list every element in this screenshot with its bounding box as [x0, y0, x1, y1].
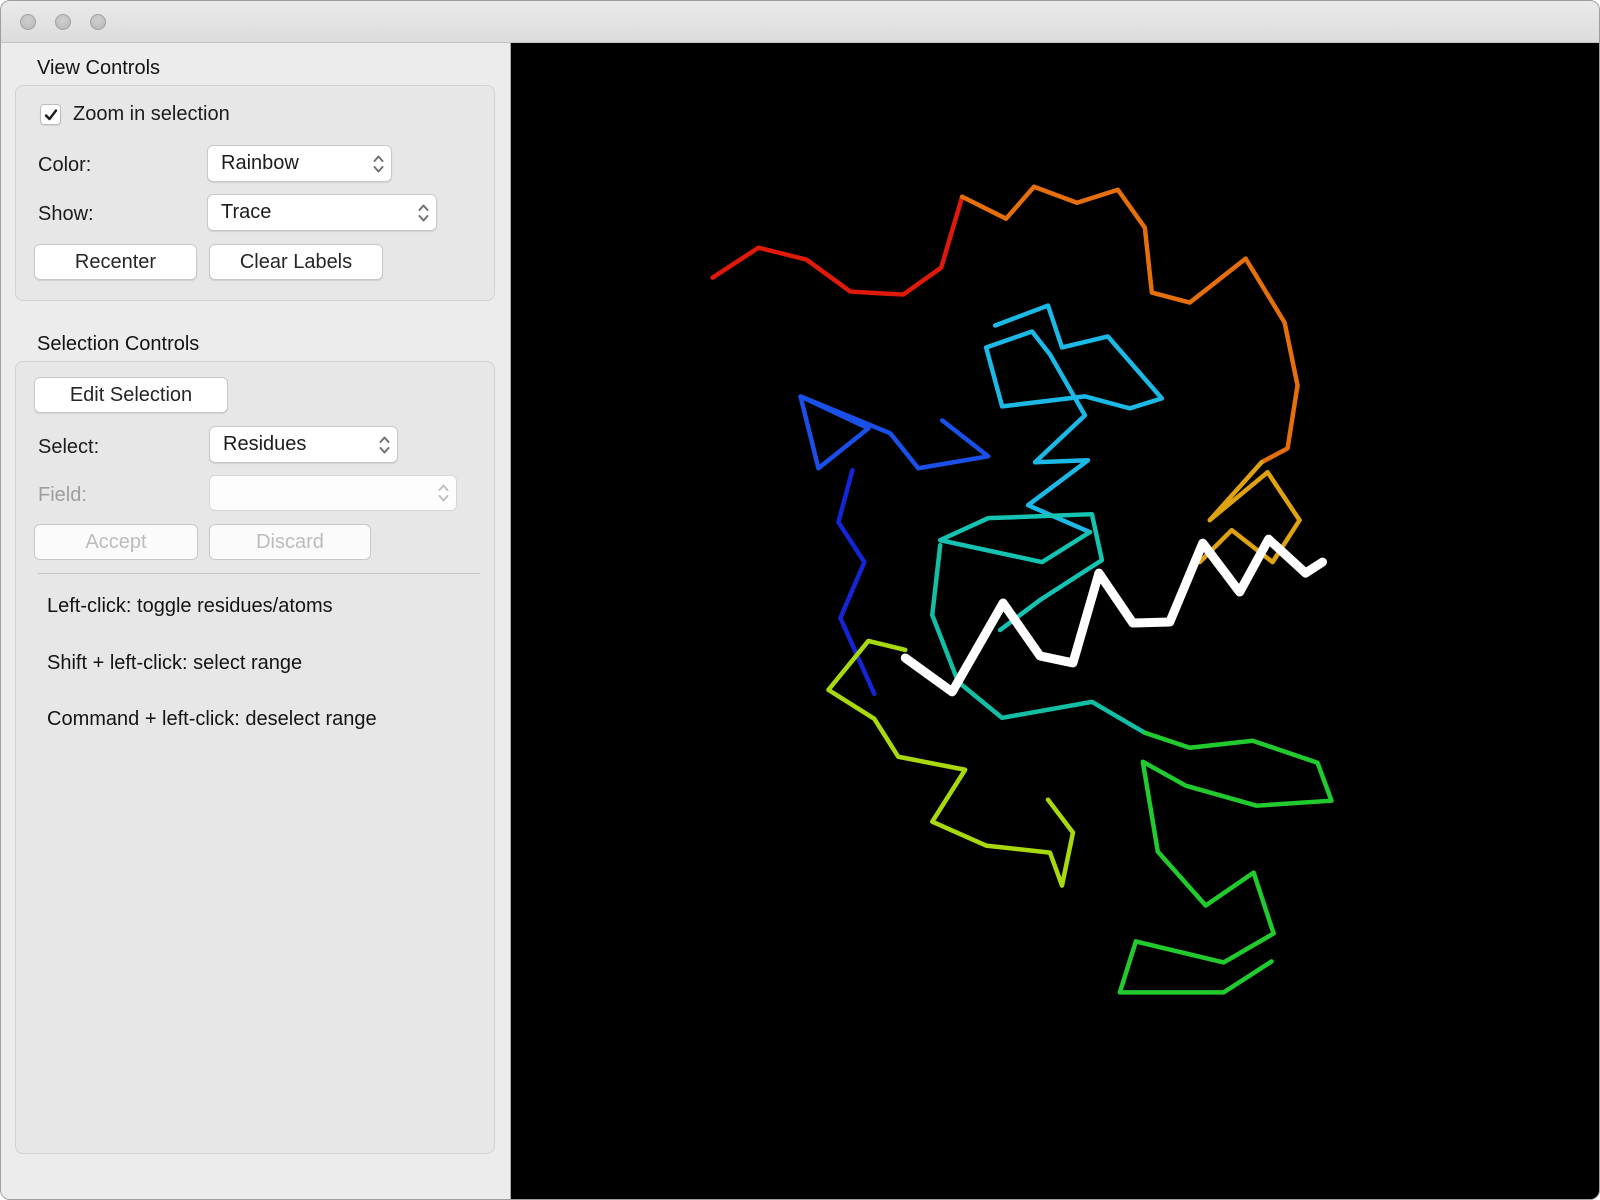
select-label: Select: — [38, 436, 100, 458]
molecule-trace-svg — [511, 43, 1599, 1199]
accept-button: Accept — [34, 524, 198, 560]
select-mode-select[interactable]: Residues — [209, 426, 398, 463]
minimize-button[interactable] — [55, 14, 71, 30]
close-button[interactable] — [20, 14, 36, 30]
trace-segment-green — [1117, 730, 1334, 995]
edit-selection-button[interactable]: Edit Selection — [34, 377, 228, 413]
recenter-button[interactable]: Recenter — [34, 244, 197, 280]
trace-segment-orange — [959, 184, 1300, 465]
titlebar[interactable] — [1, 1, 1599, 43]
trace-segment-dark-blue — [836, 468, 877, 697]
show-select-value: Trace — [221, 201, 272, 223]
trace-segment-selection-white — [900, 534, 1327, 697]
divider — [38, 573, 480, 574]
color-select-value: Rainbow — [221, 152, 299, 174]
zoom-in-selection-checkbox[interactable]: Zoom in selection — [40, 103, 230, 126]
check-icon — [44, 108, 57, 120]
checkbox-box[interactable] — [40, 104, 61, 125]
chevron-up-down-icon — [418, 204, 429, 221]
chevron-up-down-icon — [379, 436, 390, 453]
select-mode-value: Residues — [223, 433, 307, 455]
color-label: Color: — [38, 154, 92, 176]
show-label: Show: — [38, 203, 94, 225]
trace-segment-cyan — [983, 303, 1165, 535]
view-controls-group: Zoom in selection Color: Rainbow Show: T… — [15, 85, 495, 301]
trace-segment-gold — [1197, 460, 1302, 565]
field-select — [209, 475, 457, 511]
clear-labels-button[interactable]: Clear Labels — [209, 244, 383, 280]
view-controls-heading: View Controls — [37, 57, 161, 79]
help-line-toggle: Left-click: toggle residues/atoms — [47, 595, 333, 617]
help-line-shift: Shift + left-click: select range — [47, 652, 303, 674]
trace-segment-blue — [798, 394, 991, 471]
molecule-viewport[interactable] — [511, 43, 1599, 1199]
chevron-up-down-icon — [438, 484, 449, 502]
selection-controls-heading: Selection Controls — [37, 333, 200, 355]
field-label: Field: — [38, 484, 87, 506]
chevron-up-down-icon — [373, 155, 384, 172]
app-window: View Controls Zoom in selection Color: R… — [0, 0, 1600, 1200]
discard-button: Discard — [209, 524, 371, 560]
trace-segment-teal-a — [937, 511, 1105, 633]
selection-controls-group: Edit Selection Select: Residues Field: A… — [15, 361, 495, 1154]
trace-segment-n-terminus-red — [710, 194, 965, 297]
zoom-in-selection-label: Zoom in selection — [73, 103, 230, 125]
show-select[interactable]: Trace — [207, 194, 437, 231]
zoom-button[interactable] — [90, 14, 106, 30]
color-select[interactable]: Rainbow — [207, 145, 392, 182]
help-line-command: Command + left-click: deselect range — [47, 708, 377, 730]
sidebar: View Controls Zoom in selection Color: R… — [1, 43, 511, 1199]
trace-segment-teal-b — [929, 542, 1148, 736]
